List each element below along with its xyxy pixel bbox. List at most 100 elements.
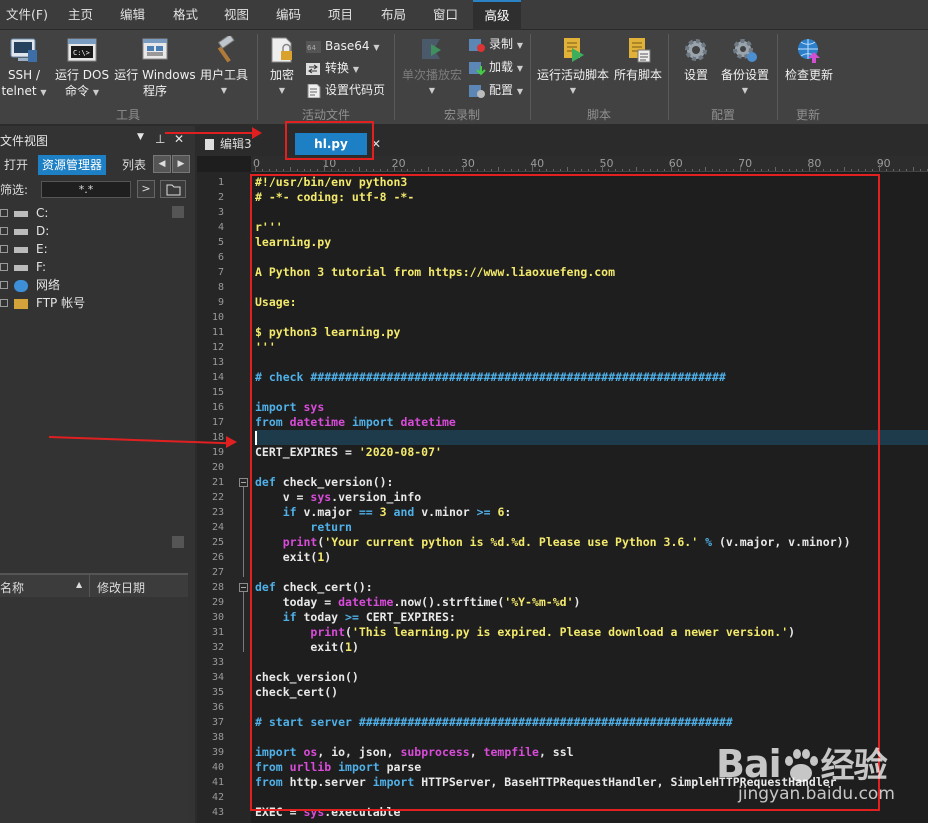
tree-item-network[interactable]: 网络 bbox=[0, 276, 60, 294]
set-codepage-button[interactable]: 设置代码页 bbox=[306, 82, 385, 98]
tree-item-c[interactable]: C: bbox=[0, 204, 48, 222]
fold-toggle-icon[interactable] bbox=[239, 478, 248, 487]
line-number: 14 bbox=[211, 372, 224, 383]
code-line: from urllib import parse bbox=[255, 760, 422, 774]
menu-bar: 文件(F) 主页 编辑 格式 视图 编码 项目 布局 窗口 高级 bbox=[0, 0, 928, 30]
ruler-tick bbox=[573, 169, 575, 171]
drive-icon bbox=[14, 228, 28, 235]
ruler-tick bbox=[643, 169, 645, 171]
open-folder-button[interactable] bbox=[160, 180, 186, 198]
ruler-tick bbox=[837, 169, 839, 171]
backup-settings-button[interactable]: 备份设置 ▼ bbox=[718, 36, 772, 99]
ruler-tick bbox=[913, 167, 915, 171]
user-tools-button[interactable]: 用户工具 ▼ bbox=[196, 36, 252, 99]
ruler-tick bbox=[587, 169, 589, 171]
menu-file[interactable]: 文件(F) bbox=[0, 0, 54, 30]
menu-layout[interactable]: 布局 bbox=[375, 0, 412, 30]
code-line: $ python3 learning.py bbox=[255, 325, 401, 339]
code-line: # start server #########################… bbox=[255, 715, 733, 729]
ruler-tick bbox=[580, 169, 582, 171]
menu-advanced[interactable]: 高级 bbox=[473, 0, 521, 30]
ruler-tick bbox=[421, 169, 423, 171]
tab-explorer[interactable]: 资源管理器 bbox=[38, 155, 107, 175]
menu-encoding[interactable]: 编码 bbox=[270, 0, 307, 30]
line-number: 20 bbox=[211, 462, 224, 473]
ssh-telnet-button[interactable]: SSH / telnet ▼ bbox=[0, 36, 48, 101]
tree-item-ftp[interactable]: FTP 帐号 bbox=[0, 294, 85, 312]
code-line: learning.py bbox=[255, 235, 332, 249]
tab-edit3[interactable]: 编辑3 bbox=[205, 133, 275, 155]
ruler-tick bbox=[566, 167, 568, 171]
menu-home[interactable]: 主页 bbox=[62, 0, 99, 30]
scroll-down-icon[interactable] bbox=[172, 536, 184, 548]
menu-format[interactable]: 格式 bbox=[167, 0, 204, 30]
tab-list[interactable]: 列表 bbox=[118, 155, 150, 175]
file-list bbox=[0, 597, 188, 823]
load-macro-button[interactable]: 加载 ▼ bbox=[468, 59, 523, 77]
tree-item-d[interactable]: D: bbox=[0, 222, 49, 240]
scroll-up-icon[interactable] bbox=[172, 206, 184, 218]
pin-icon[interactable]: ⊥ bbox=[155, 132, 165, 146]
ruler-tick bbox=[719, 169, 721, 171]
ruler-tick bbox=[650, 169, 651, 171]
group-label-macro: 宏录制 bbox=[443, 108, 480, 122]
base64-icon: 64 bbox=[306, 40, 321, 53]
macro-play-icon bbox=[422, 39, 441, 59]
tab-scroll-left-icon[interactable]: ◀ bbox=[153, 155, 171, 173]
close-tab-icon[interactable]: ✕ bbox=[371, 133, 383, 155]
ruler-tick bbox=[310, 169, 312, 171]
ruler-tick bbox=[532, 165, 534, 171]
col-name[interactable]: 名称 bbox=[0, 579, 24, 596]
menu-project[interactable]: 项目 bbox=[322, 0, 359, 30]
line-number: 30 bbox=[211, 612, 224, 623]
hammer-icon bbox=[217, 36, 235, 63]
run-active-script-button[interactable]: 运行活动脚本 ▼ bbox=[535, 36, 611, 99]
backup-label: 备份设置 bbox=[720, 68, 769, 82]
line-number: 32 bbox=[211, 642, 224, 653]
ruler-tick bbox=[352, 169, 354, 171]
record-macro-button[interactable]: 录制 ▼ bbox=[468, 36, 523, 54]
fold-toggle-icon[interactable] bbox=[239, 583, 248, 592]
load-icon bbox=[469, 61, 486, 75]
ruler-tick bbox=[608, 169, 610, 171]
filter-input[interactable]: *.* bbox=[41, 181, 131, 198]
ruler-tick bbox=[317, 169, 319, 171]
tree-item-f[interactable]: F: bbox=[0, 258, 46, 276]
tab-hl-py[interactable]: hl.py bbox=[295, 133, 367, 155]
menu-view[interactable]: 视图 bbox=[218, 0, 255, 30]
globe-update-icon bbox=[798, 39, 820, 63]
check-update-button[interactable]: 检查更新 bbox=[780, 36, 838, 83]
menu-edit[interactable]: 编辑 bbox=[114, 0, 151, 30]
group-label-update: 更新 bbox=[795, 108, 820, 122]
column-ruler: 0 10 20 30 40 50 60 70 80 90 bbox=[251, 156, 928, 172]
tab-open[interactable]: 打开 bbox=[0, 155, 32, 175]
windows-program-icon bbox=[142, 38, 168, 60]
encrypt-button[interactable]: 加密 ▼ bbox=[263, 36, 301, 99]
ruler-tick bbox=[365, 169, 367, 171]
convert-button[interactable]: 转换 ▼ bbox=[306, 60, 359, 78]
run-active-label: 运行活动脚本 bbox=[536, 68, 609, 82]
ruler-tick bbox=[296, 169, 298, 171]
backup-caret: ▼ bbox=[741, 86, 749, 95]
panel-menu-icon[interactable]: ▼ bbox=[137, 132, 144, 142]
apply-filter-icon[interactable]: > bbox=[137, 180, 155, 198]
run-windows-button[interactable]: 运行 Windows 程序 bbox=[113, 36, 197, 99]
base64-button[interactable]: 64 Base64 ▼ bbox=[306, 38, 379, 56]
settings-button[interactable]: 设置 bbox=[674, 36, 718, 83]
code-view[interactable]: #!/usr/bin/env python3 # -*- coding: utf-… bbox=[255, 172, 928, 823]
config-macro-button[interactable]: 配置 ▼ bbox=[468, 82, 523, 100]
all-scripts-button[interactable]: 所有脚本 bbox=[612, 36, 664, 83]
settings-label: 设置 bbox=[683, 68, 708, 82]
group-label-config: 配置 bbox=[710, 108, 735, 122]
menu-window[interactable]: 窗口 bbox=[427, 0, 464, 30]
ruler-tick bbox=[733, 169, 735, 171]
col-modified[interactable]: 修改日期 bbox=[97, 579, 145, 596]
close-panel-icon[interactable]: ✕ bbox=[174, 132, 184, 146]
run-dos-button[interactable]: C:\> 运行 DOS 命令 ▼ bbox=[52, 36, 112, 101]
network-icon bbox=[14, 279, 28, 292]
ruler-tick bbox=[857, 169, 859, 171]
tree-item-e[interactable]: E: bbox=[0, 240, 48, 258]
ruler-tick bbox=[490, 169, 492, 171]
tab-scroll-right-icon[interactable]: ▶ bbox=[172, 155, 190, 173]
replay-macro-button[interactable]: 单次播放宏 ▼ bbox=[400, 36, 464, 99]
